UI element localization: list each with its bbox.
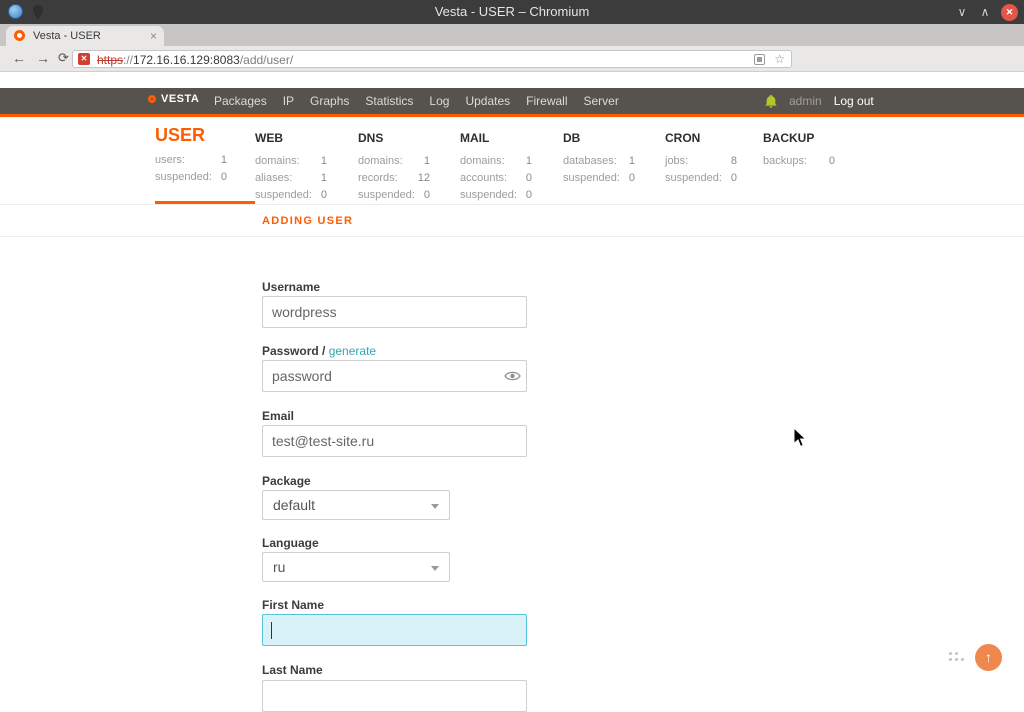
username-label: Username xyxy=(262,280,320,294)
last-name-input[interactable] xyxy=(262,680,527,712)
text-cursor xyxy=(271,622,272,639)
stat-row: jobs:8 xyxy=(665,155,737,167)
vesta-brand: VESTA xyxy=(161,93,199,105)
last-name-label: Last Name xyxy=(262,663,323,677)
bookmark-star-icon[interactable]: ☆ xyxy=(774,52,785,66)
stats-title-user[interactable]: USER xyxy=(155,125,255,146)
notifications-bell-icon[interactable] xyxy=(765,95,777,108)
password-input[interactable] xyxy=(262,360,527,392)
window-titlebar: Vesta - USER – Chromium ∨ ∧ ✕ xyxy=(0,0,1024,24)
email-label: Email xyxy=(262,409,294,423)
generate-password-link[interactable]: generate xyxy=(329,344,376,358)
page-heading-bar: ADDING USER xyxy=(0,204,1024,237)
stat-row: databases:1 xyxy=(563,155,635,167)
stat-row: suspended:0 xyxy=(460,189,532,201)
scroll-to-top-button[interactable]: ↑ xyxy=(975,644,1002,671)
username-input[interactable] xyxy=(262,296,527,328)
logout-link[interactable]: Log out xyxy=(834,94,874,108)
language-select[interactable]: ru xyxy=(262,552,450,582)
stat-row: suspended:0 xyxy=(563,172,635,184)
vesta-nav-bar: VESTA Packages IP Graphs Statistics Log … xyxy=(0,88,1024,114)
page-title: ADDING USER xyxy=(262,205,353,237)
stat-row: suspended:0 xyxy=(665,172,737,184)
browser-toolbar: ← → ⟳ ✕ https://172.16.16.129:8083/add/u… xyxy=(0,46,1024,72)
first-name-input[interactable] xyxy=(262,614,527,646)
stats-col-cron: CRON jobs:8 suspended:0 xyxy=(665,117,765,204)
stat-row: aliases:1 xyxy=(255,172,327,184)
nav-item-ip[interactable]: IP xyxy=(283,94,294,108)
stats-title-dns[interactable]: DNS xyxy=(358,131,458,145)
stats-col-user: USER users:1 suspended:0 xyxy=(155,117,255,204)
stats-title-backup[interactable]: BACKUP xyxy=(763,131,863,145)
url-text: https://172.16.16.129:8083/add/user/ xyxy=(97,53,293,67)
stat-row: suspended:0 xyxy=(358,189,430,201)
stats-title-db[interactable]: DB xyxy=(563,131,663,145)
language-label: Language xyxy=(262,536,319,550)
stat-row: domains:1 xyxy=(358,155,430,167)
vesta-logo[interactable]: VESTA xyxy=(148,93,199,105)
nav-item-log[interactable]: Log xyxy=(429,94,449,108)
stats-col-mail: MAIL domains:1 accounts:0 suspended:0 xyxy=(460,117,560,204)
close-button[interactable]: ✕ xyxy=(1001,4,1018,21)
stats-col-backup: BACKUP backups:0 xyxy=(763,117,863,204)
url-scheme: https xyxy=(97,53,123,67)
resize-grip-icon[interactable] xyxy=(949,652,952,655)
stats-title-cron[interactable]: CRON xyxy=(665,131,765,145)
back-button[interactable]: ← xyxy=(12,50,26,66)
tab-title: Vesta - USER xyxy=(33,30,101,42)
stat-row: domains:1 xyxy=(255,155,327,167)
package-label: Package xyxy=(262,474,311,488)
minimize-button[interactable]: ∨ xyxy=(955,5,969,19)
nav-item-server[interactable]: Server xyxy=(584,94,619,108)
nav-item-firewall[interactable]: Firewall xyxy=(526,94,567,108)
stat-row: suspended:0 xyxy=(155,171,227,183)
reload-button[interactable]: ⟳ xyxy=(58,50,69,66)
first-name-label: First Name xyxy=(262,598,324,612)
chevron-down-icon xyxy=(431,504,439,509)
email-input[interactable] xyxy=(262,425,527,457)
page-action-icon[interactable] xyxy=(754,54,765,65)
tab-strip: Vesta - USER × Отчёт xyxy=(0,24,1024,46)
stat-row: accounts:0 xyxy=(460,172,532,184)
browser-tab[interactable]: Vesta - USER × xyxy=(6,26,164,46)
stat-row: backups:0 xyxy=(763,155,835,167)
address-bar[interactable]: ✕ https://172.16.16.129:8083/add/user/ ☆ xyxy=(72,50,792,68)
stats-col-web: WEB domains:1 aliases:1 suspended:0 xyxy=(255,117,355,204)
vesta-menu: Packages IP Graphs Statistics Log Update… xyxy=(214,88,619,114)
stat-row: domains:1 xyxy=(460,155,532,167)
vesta-favicon-icon xyxy=(14,30,25,41)
nav-item-updates[interactable]: Updates xyxy=(465,94,510,108)
vesta-logo-icon xyxy=(148,95,156,103)
ssl-error-icon[interactable]: ✕ xyxy=(78,53,90,65)
window-title: Vesta - USER – Chromium xyxy=(0,4,1024,19)
url-path: /add/user/ xyxy=(240,53,293,67)
stats-col-dns: DNS domains:1 records:12 suspended:0 xyxy=(358,117,458,204)
chevron-down-icon xyxy=(431,566,439,571)
forward-button[interactable]: → xyxy=(36,50,50,66)
nav-item-packages[interactable]: Packages xyxy=(214,94,267,108)
package-select[interactable]: default xyxy=(262,490,450,520)
tab-close-icon[interactable]: × xyxy=(150,29,157,43)
current-user[interactable]: admin xyxy=(789,94,822,108)
stat-row: suspended:0 xyxy=(255,189,327,201)
stats-title-web[interactable]: WEB xyxy=(255,131,355,145)
maximize-button[interactable]: ∧ xyxy=(978,5,992,19)
mouse-cursor xyxy=(793,427,808,448)
show-password-eye-icon[interactable] xyxy=(504,370,521,382)
stat-row: users:1 xyxy=(155,154,227,166)
stats-title-mail[interactable]: MAIL xyxy=(460,131,560,145)
password-label: Password / generate xyxy=(262,344,376,358)
url-host: 172.16.16.129:8083 xyxy=(133,53,240,67)
nav-item-graphs[interactable]: Graphs xyxy=(310,94,349,108)
stat-row: records:12 xyxy=(358,172,430,184)
nav-item-statistics[interactable]: Statistics xyxy=(365,94,413,108)
stats-col-db: DB databases:1 suspended:0 xyxy=(563,117,663,204)
